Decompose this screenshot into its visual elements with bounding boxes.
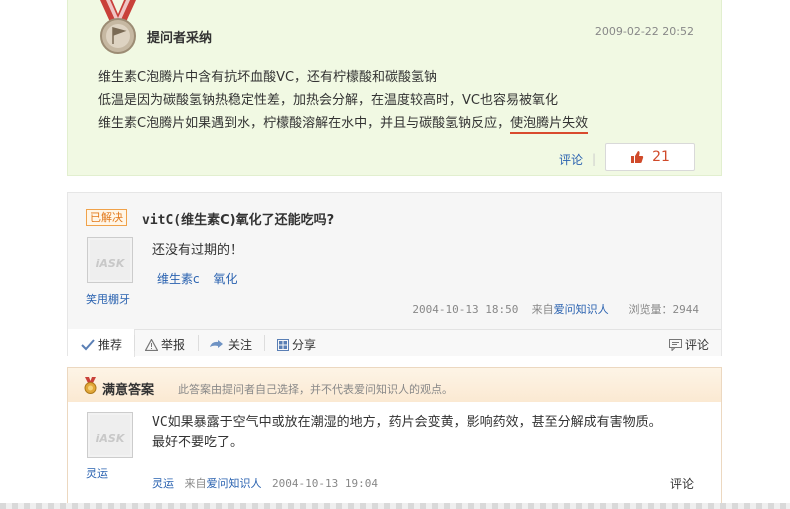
recommend-icon <box>81 338 95 350</box>
medal-icon <box>100 0 136 54</box>
share-button[interactable]: 分享 <box>277 336 316 353</box>
divider: | <box>592 152 597 166</box>
like-count: 21 <box>652 149 670 165</box>
satisfied-title: 满意答案 <box>102 383 155 398</box>
question-body: 还没有过期的！ <box>152 243 244 258</box>
question-title-prefix: vitC( <box>142 213 182 228</box>
question-meta: 2004-10-13 18:50 来自爱问知识人 浏览量：2944 <box>412 301 699 317</box>
warning-icon <box>145 338 158 351</box>
solved-badge: 已解决 <box>86 209 127 226</box>
comment-label: 评论 <box>685 338 710 352</box>
follow-label: 关注 <box>228 338 253 352</box>
adopted-comment-link[interactable]: 评论 <box>559 151 583 168</box>
comment-button[interactable]: 评论 <box>669 336 709 353</box>
svg-text:iASK: iASK <box>96 257 126 270</box>
from-label: 来自 <box>531 303 554 316</box>
source-link[interactable]: 爱问知识人 <box>554 303 609 316</box>
adopted-line: 低温是因为碳酸氢钠热稳定性差，加热会分解，在温度较高时，VC也容易被氧化 <box>98 93 558 108</box>
divider <box>264 335 265 351</box>
default-avatar-icon: iASK <box>90 415 130 455</box>
tag-list: 维生素c 氧化 <box>157 270 247 287</box>
answer-line: VC如果暴露于空气中或放在潮湿的地方，药片会变黄，影响药效，甚至分解成有害物质。 <box>152 415 662 430</box>
divider <box>198 335 199 351</box>
report-label: 举报 <box>161 338 186 352</box>
adopted-body: 维生素C泡腾片中含有抗坏血酸VC，还有柠檬酸和碳酸氢钠 低温是因为碳酸氢钠热稳定… <box>98 66 589 135</box>
comment-icon <box>669 338 682 351</box>
question-title[interactable]: vitC(维生素C)氧化了还能吃吗? <box>142 209 334 228</box>
tag-link[interactable]: 维生素c <box>157 272 200 286</box>
answer-line: 最好不要吃了。 <box>152 435 244 450</box>
divider <box>134 335 135 351</box>
satisfied-body: VC如果暴露于空气中或放在潮湿的地方，药片会变黄，影响药效，甚至分解成有害物质。… <box>152 413 662 453</box>
satisfied-meta: 灵运 来自爱问知识人 2004-10-13 19:04 <box>152 475 378 491</box>
answer-time: 2004-10-13 19:04 <box>272 477 378 490</box>
satisfied-header: 满意答案 此答案由提问者自己选择，并不代表爱问知识人的观点。 <box>68 368 721 402</box>
question-toolbar: 推荐 举报 关注 分享 评论 <box>68 329 721 357</box>
from-label: 来自 <box>184 477 207 490</box>
bottom-border-strip <box>0 503 790 509</box>
recommend-button[interactable]: 推荐 <box>81 336 122 353</box>
default-avatar-icon: iASK <box>90 240 130 280</box>
thumbs-up-icon <box>631 151 644 163</box>
report-button[interactable]: 举报 <box>145 336 185 353</box>
asker-name[interactable]: 笑甩棚牙 <box>86 291 130 307</box>
source-link[interactable]: 爱问知识人 <box>207 477 262 490</box>
question-title-main: 维生素C)氧化了还能吃吗? <box>181 213 335 228</box>
tag-link[interactable]: 氧化 <box>213 272 237 286</box>
adopted-answer-panel: 提问者采纳 2009-02-22 20:52 维生素C泡腾片中含有抗坏血酸VC，… <box>67 0 722 176</box>
satisfied-comment-link[interactable]: 评论 <box>670 475 694 492</box>
adopted-title: 提问者采纳 <box>147 31 213 46</box>
medal-icon <box>84 377 97 394</box>
recommend-label: 推荐 <box>98 338 123 352</box>
question-time: 2004-10-13 18:50 <box>412 303 519 316</box>
highlighted-text: 使泡腾片失效 <box>510 116 589 134</box>
follow-button[interactable]: 关注 <box>209 336 252 353</box>
adopted-time: 2009-02-22 20:52 <box>594 25 694 38</box>
view-count: 浏览量：2944 <box>628 303 700 316</box>
svg-text:iASK: iASK <box>96 432 126 445</box>
avatar[interactable]: iASK <box>87 412 133 458</box>
share-icon <box>277 338 289 351</box>
satisfied-note: 此答案由提问者自己选择，并不代表爱问知识人的观点。 <box>178 383 453 396</box>
adopted-line-text: 维生素C泡腾片如果遇到水，柠檬酸溶解在水中，并且与碳酸氢钠反应， <box>98 116 511 131</box>
satisfied-answer-panel: 满意答案 此答案由提问者自己选择，并不代表爱问知识人的观点。 iASK 灵运 V… <box>67 367 722 509</box>
answerer-link[interactable]: 灵运 <box>152 477 174 490</box>
question-panel: 已解决 vitC(维生素C)氧化了还能吃吗? iASK 笑甩棚牙 还没有过期的！… <box>67 192 722 357</box>
avatar[interactable]: iASK <box>87 237 133 283</box>
adopted-line: 维生素C泡腾片中含有抗坏血酸VC，还有柠檬酸和碳酸氢钠 <box>98 70 438 85</box>
answerer-name[interactable]: 灵运 <box>86 465 108 481</box>
follow-icon <box>210 339 223 348</box>
like-button[interactable]: 21 <box>605 143 695 171</box>
share-label: 分享 <box>292 338 317 352</box>
adopted-line: 维生素C泡腾片如果遇到水，柠檬酸溶解在水中，并且与碳酸氢钠反应，使泡腾片失效 <box>98 112 589 135</box>
